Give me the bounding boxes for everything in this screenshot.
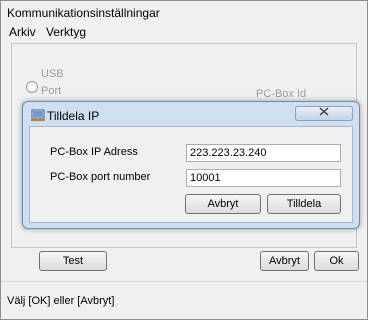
- ok-button[interactable]: Ok: [314, 251, 359, 271]
- cancel-button[interactable]: Avbryt: [260, 251, 309, 271]
- port-label: Port: [41, 85, 62, 97]
- radio-usb[interactable]: [26, 81, 38, 93]
- menu-bar: Arkiv Verktyg: [1, 23, 367, 41]
- close-icon[interactable]: [295, 106, 353, 121]
- dialog-body: PC-Box IP Adress 223.223.23.240 PC-Box p…: [29, 126, 353, 223]
- status-text: Välj [OK] eller [Avbryt]: [7, 295, 115, 307]
- pcbox-id-label: PC-Box Id: [256, 88, 307, 100]
- menu-arkiv[interactable]: Arkiv: [9, 25, 36, 39]
- status-separator: [1, 281, 367, 282]
- assign-ip-dialog: Tilldela IP PC-Box IP Adress 223.223.23.…: [22, 101, 360, 229]
- dialog-cancel-button[interactable]: Avbryt: [185, 194, 261, 214]
- usb-label: USB: [41, 68, 64, 80]
- menu-verktyg[interactable]: Verktyg: [46, 25, 86, 39]
- port-number-input[interactable]: 10001: [186, 169, 341, 187]
- dialog-title: Tilldela IP: [47, 109, 100, 123]
- test-button[interactable]: Test: [39, 251, 107, 271]
- port-number-label: PC-Box port number: [50, 171, 151, 183]
- assign-button[interactable]: Tilldela: [267, 194, 341, 214]
- computer-icon: [31, 109, 45, 125]
- window-title: Kommunikationsinställningar: [7, 6, 160, 20]
- ip-address-label: PC-Box IP Adress: [50, 146, 138, 158]
- ip-address-input[interactable]: 223.223.23.240: [186, 144, 341, 162]
